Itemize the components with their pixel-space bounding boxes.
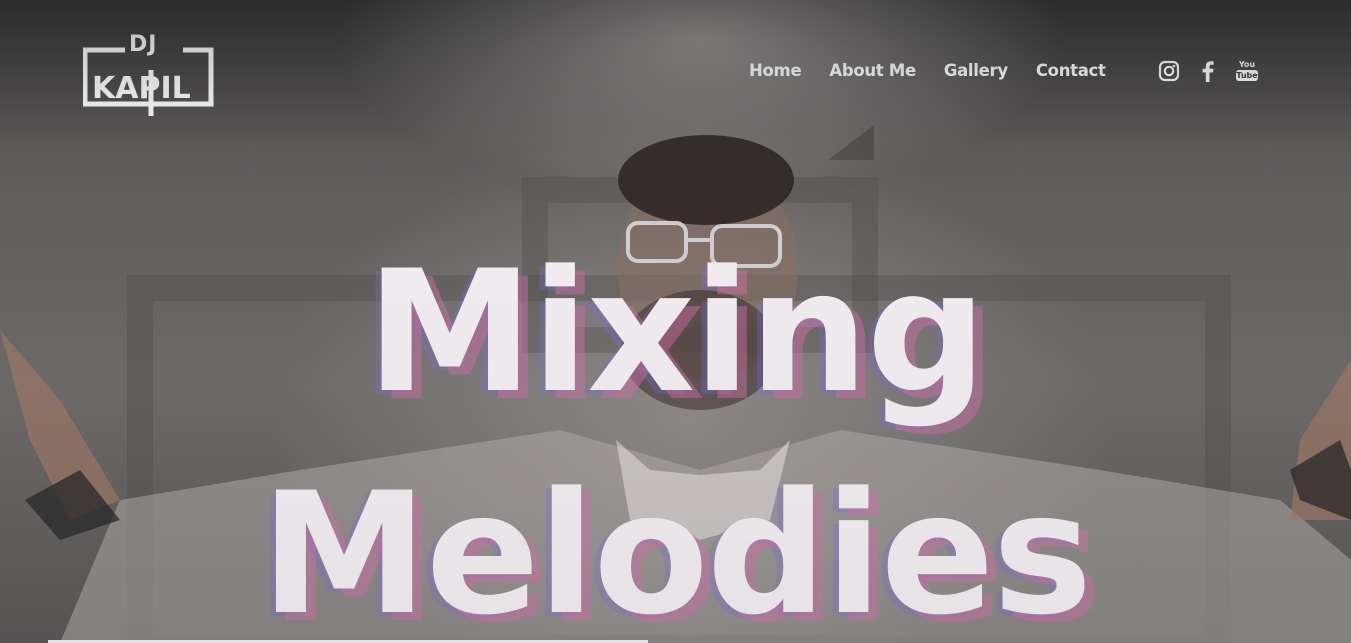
- dj-kapil-logo[interactable]: DJ KAPIL: [83, 30, 215, 116]
- youtube-icon[interactable]: You Tube: [1236, 58, 1258, 84]
- hero-headline-line2: Melodies: [260, 456, 1093, 643]
- youtube-icon-top-text: You: [1238, 60, 1256, 69]
- nav-gallery-link[interactable]: Gallery: [944, 61, 1008, 80]
- social-links: You Tube: [1158, 58, 1258, 84]
- facebook-icon[interactable]: [1197, 58, 1219, 84]
- hero-section: DJ KAPIL Home About Me Gallery Contact Y…: [0, 0, 1351, 643]
- instagram-icon[interactable]: [1158, 58, 1180, 84]
- logo-name-text: KAPIL: [92, 71, 191, 106]
- nav-contact-link[interactable]: Contact: [1036, 61, 1106, 80]
- nav-about-me-link[interactable]: About Me: [829, 61, 916, 80]
- nav-home-link[interactable]: Home: [749, 61, 802, 80]
- youtube-icon-bottom-text: Tube: [1236, 70, 1258, 81]
- hero-headline-line1: Mixing: [366, 234, 987, 430]
- main-navigation: Home About Me Gallery Contact: [749, 61, 1106, 80]
- logo-dj-text: DJ: [129, 32, 158, 57]
